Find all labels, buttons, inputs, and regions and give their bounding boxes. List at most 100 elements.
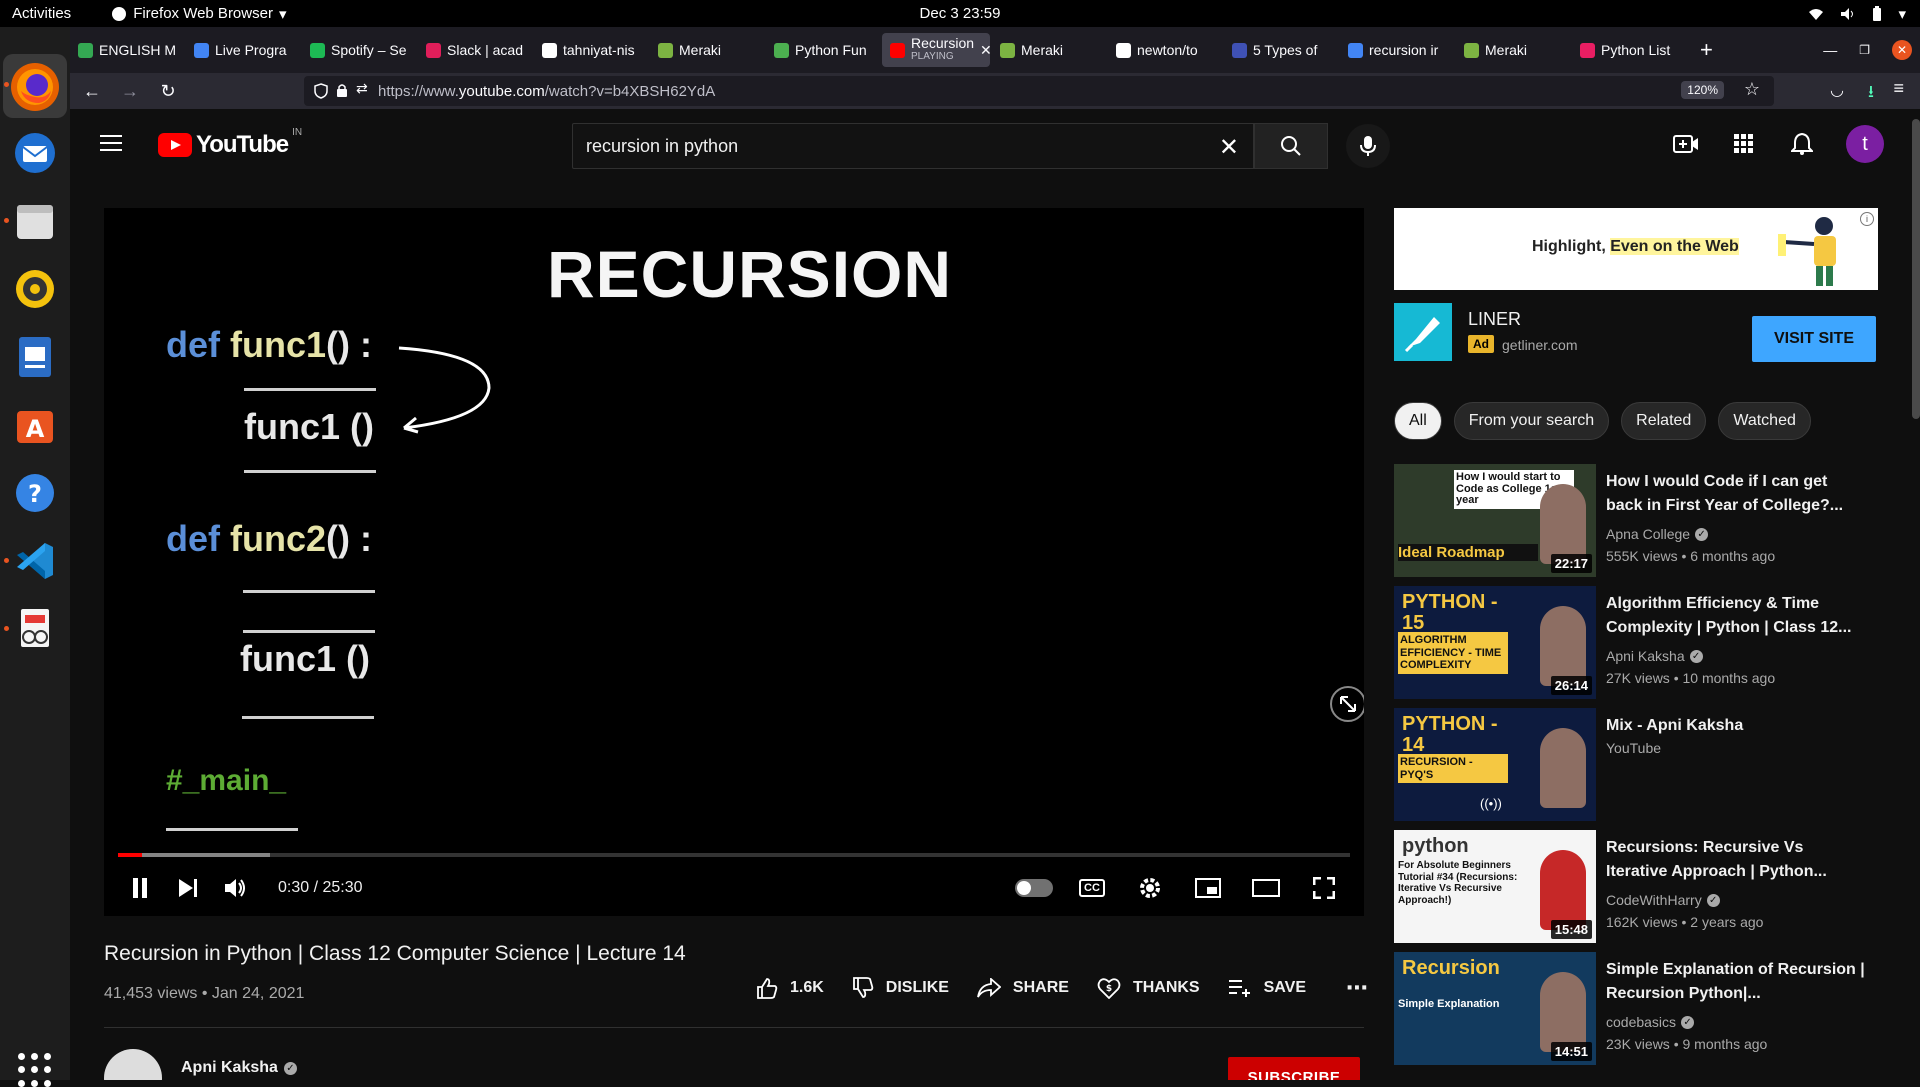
ad-info-icon[interactable]: i [1860,212,1874,226]
ad-banner[interactable]: Highlight, Even on the Web i [1394,208,1878,290]
miniplayer-button[interactable] [1184,864,1232,912]
video-progress-bar[interactable] [118,853,1350,857]
liner-logo[interactable] [1394,303,1452,361]
browser-tab[interactable]: Python Fun [766,33,880,67]
notifications-bell-icon[interactable] [1788,130,1816,158]
clock[interactable]: Dec 3 23:59 [920,5,1001,22]
minimize-icon[interactable]: — [1823,42,1837,58]
reload-icon[interactable]: ↻ [152,75,184,107]
recommendation-item[interactable]: python For Absolute Beginners Tutorial #3… [1394,830,1884,952]
software-center-dock-icon[interactable]: A [11,401,59,449]
new-tab-icon[interactable]: + [1700,37,1713,63]
video-thumbnail[interactable]: python For Absolute Beginners Tutorial #3… [1394,830,1596,943]
url-bar[interactable]: ⇄ https://www.youtube.com/watch?v=b4XBSH… [304,76,1774,106]
recommendation-item[interactable]: PYTHON - 15 ALGORITHM EFFICIENCY - TIME C… [1394,586,1884,708]
browser-tab[interactable]: Live Progra [186,33,300,67]
recommendation-item[interactable]: Recursion Simple Explanation 14:51 Simple E… [1394,952,1884,1074]
recommendation-title[interactable]: Algorithm Efficiency & Time Complexity |… [1606,592,1866,640]
recommendation-channel[interactable]: codebasics ✓ [1606,1014,1695,1030]
browser-tab[interactable]: ENGLISH M [70,33,184,67]
browser-tab[interactable]: 5 Types of [1224,33,1338,67]
browser-tab[interactable]: Meraki [650,33,764,67]
recommendation-title[interactable]: How I would Code if I can get back in Fi… [1606,470,1866,518]
browser-tab[interactable]: Slack | acad [418,33,532,67]
captions-button[interactable]: CC [1068,864,1116,912]
bookmark-star-icon[interactable]: ☆ [1744,79,1760,100]
page-scrollbar[interactable] [1912,119,1920,419]
video-thumbnail[interactable]: PYTHON - 14 RECURSION - PYQ'S ((•)) [1394,708,1596,821]
menu-icon[interactable]: ≡ [1893,78,1904,99]
thanks-button[interactable]: $ THANKS [1097,977,1200,999]
search-button[interactable] [1254,123,1328,169]
browser-tab[interactable]: Meraki [1456,33,1570,67]
browser-tab[interactable]: recursion ir [1340,33,1454,67]
browser-tab[interactable]: Spotify – Se [302,33,416,67]
browser-tab[interactable]: tahniyat-nis [534,33,648,67]
subscribe-button[interactable]: SUBSCRIBE [1228,1057,1360,1080]
filter-chip[interactable]: Watched [1718,402,1811,440]
expand-ad-icon[interactable] [1330,686,1364,722]
like-button[interactable]: 1.6K [756,977,824,999]
recommendation-item[interactable]: PYTHON - 14 RECURSION - PYQ'S ((•)) Mix - A… [1394,708,1884,830]
video-thumbnail[interactable]: Recursion Simple Explanation 14:51 [1394,952,1596,1065]
thunderbird-dock-icon[interactable] [11,129,59,177]
pause-button[interactable] [116,864,164,912]
search-input[interactable] [586,135,1186,157]
zoom-level[interactable]: 120% [1681,81,1724,99]
recommendation-item[interactable]: How I would start to Code as College 1st… [1394,464,1884,586]
recommendation-title[interactable]: Recursions: Recursive Vs Iterative Appro… [1606,836,1866,884]
downloads-icon[interactable]: ⭳ [1868,79,1874,108]
voice-search-button[interactable] [1346,124,1390,168]
recommendation-channel[interactable]: Apna College ✓ [1606,526,1709,542]
share-button[interactable]: SHARE [977,978,1069,998]
channel-avatar[interactable] [104,1049,162,1080]
autoplay-toggle[interactable] [1010,864,1058,912]
pocket-icon[interactable]: ◡ [1830,80,1844,100]
youtube-logo[interactable]: YouTube IN [158,127,302,159]
browser-tab[interactable]: Python List [1572,33,1686,67]
video-thumbnail[interactable]: PYTHON - 15 ALGORITHM EFFICIENCY - TIME C… [1394,586,1596,699]
firefox-dock-icon[interactable] [11,63,59,111]
forward-icon[interactable]: → [114,75,146,107]
recommendation-title[interactable]: Simple Explanation of Recursion | Recurs… [1606,958,1866,1006]
filter-chip[interactable]: Related [1621,402,1707,440]
maximize-icon[interactable]: ❐ [1859,43,1870,57]
recommendation-channel[interactable]: Apni Kaksha ✓ [1606,648,1703,664]
volume-button[interactable] [212,864,260,912]
activities-button[interactable]: Activities [12,5,71,22]
document-viewer-dock-icon[interactable] [11,605,59,653]
recommendation-channel[interactable]: YouTube [1606,740,1661,756]
system-tray[interactable]: ▾ [1808,0,1906,27]
create-video-icon[interactable] [1672,130,1700,158]
back-icon[interactable]: ← [76,75,108,107]
video-thumbnail[interactable]: How I would start to Code as College 1st… [1394,464,1596,577]
recommendation-title[interactable]: Mix - Apni Kaksha [1606,714,1866,738]
files-dock-icon[interactable] [11,197,59,245]
filter-chip[interactable]: From your search [1453,402,1610,440]
libreoffice-writer-dock-icon[interactable] [11,333,59,381]
browser-tab[interactable]: newton/to [1108,33,1222,67]
video-player[interactable]: RECURSION def func1() : func1 () def fun… [104,208,1364,916]
next-button[interactable] [164,864,212,912]
clear-search-icon[interactable]: ✕ [1219,133,1239,162]
fullscreen-button[interactable] [1300,864,1348,912]
show-applications-icon[interactable] [18,1053,52,1087]
vscode-dock-icon[interactable] [11,537,59,585]
save-button[interactable]: SAVE [1228,979,1306,997]
account-avatar[interactable]: t [1846,125,1884,163]
browser-tab[interactable]: Recursion PLAYING ✕ [882,33,990,67]
theater-mode-button[interactable] [1242,864,1290,912]
channel-name[interactable]: Apni Kaksha ✓ [181,1059,297,1077]
apps-grid-icon[interactable] [1730,130,1758,158]
help-dock-icon[interactable]: ? [11,469,59,517]
hamburger-menu-icon[interactable] [100,135,122,151]
rhythmbox-dock-icon[interactable] [11,265,59,313]
visit-site-button[interactable]: VISIT SITE [1752,316,1876,362]
filter-chip[interactable]: All [1394,402,1442,440]
browser-tab[interactable]: Meraki [992,33,1106,67]
app-menu[interactable]: Firefox Web Browser ▾ [111,5,286,23]
more-actions-icon[interactable]: ⋯ [1346,975,1368,1001]
dislike-button[interactable]: DISLIKE [852,977,949,999]
recommendation-channel[interactable]: CodeWithHarry ✓ [1606,892,1720,908]
close-window-icon[interactable]: ✕ [1892,40,1912,60]
